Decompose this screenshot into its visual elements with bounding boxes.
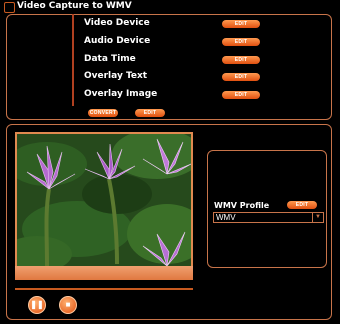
device-preview-area bbox=[10, 18, 72, 102]
video-preview bbox=[15, 132, 193, 268]
overlay-image-edit-button[interactable]: EDIT bbox=[222, 91, 260, 99]
overlay-text-label: Overlay Text bbox=[84, 71, 148, 81]
video-status-bar bbox=[15, 266, 193, 280]
overlay-image-label: Overlay Image bbox=[84, 89, 158, 99]
water-lily-image bbox=[17, 134, 191, 266]
app-window: Video Capture to WMV Video Device EDIT A… bbox=[0, 0, 340, 324]
pause-icon: ❚❚ bbox=[30, 300, 44, 309]
data-time-label: Data Time bbox=[84, 54, 136, 64]
audio-device-label: Audio Device bbox=[84, 36, 151, 46]
data-time-edit-button[interactable]: EDIT bbox=[222, 56, 260, 64]
window-title: Video Capture to WMV bbox=[17, 1, 132, 11]
profile-select-value: WMV bbox=[216, 213, 236, 222]
app-icon bbox=[4, 2, 15, 13]
overlay-text-edit-button[interactable]: EDIT bbox=[222, 73, 260, 81]
wmv-profile-label: WMV Profile bbox=[214, 201, 270, 210]
audio-device-edit-button[interactable]: EDIT bbox=[222, 38, 260, 46]
profile-edit-button[interactable]: EDIT bbox=[287, 201, 317, 209]
settings-divider bbox=[72, 14, 74, 106]
chevron-down-icon[interactable]: ▼ bbox=[312, 213, 323, 222]
convert-button[interactable]: CONVERT bbox=[88, 109, 118, 117]
edit-button[interactable]: EDIT bbox=[135, 109, 165, 117]
video-device-label: Video Device bbox=[84, 18, 150, 28]
stop-button[interactable]: ■ bbox=[59, 296, 77, 314]
pause-button[interactable]: ❚❚ bbox=[28, 296, 46, 314]
title-bar: Video Capture to WMV bbox=[0, 0, 340, 14]
progress-track[interactable] bbox=[15, 288, 193, 290]
stop-icon: ■ bbox=[65, 300, 71, 309]
profile-select[interactable]: WMV ▼ bbox=[213, 212, 324, 223]
video-device-edit-button[interactable]: EDIT bbox=[222, 20, 260, 28]
